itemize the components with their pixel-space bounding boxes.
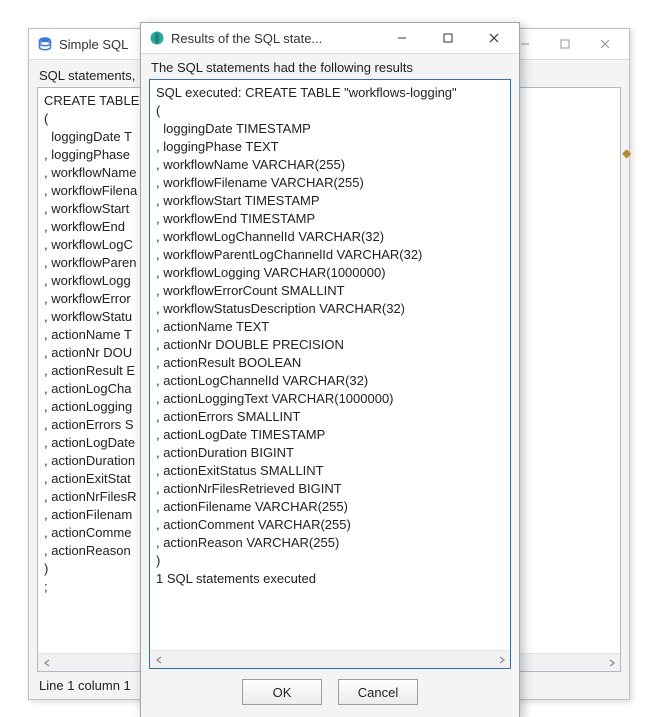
diamond-marker-icon: ◆: [622, 146, 632, 156]
minimize-icon: [397, 33, 407, 43]
maximize-icon: [443, 33, 453, 43]
back-close-button[interactable]: [585, 30, 625, 58]
database-icon: [37, 36, 53, 52]
scroll-left-arrow-icon[interactable]: [150, 651, 167, 668]
scroll-right-arrow-icon[interactable]: [603, 654, 620, 671]
front-horizontal-scrollbar[interactable]: [150, 650, 510, 668]
maximize-icon: [560, 39, 570, 49]
sql-results-dialog: Results of the SQL state... The SQL stat…: [140, 22, 520, 717]
front-minimize-button[interactable]: [379, 24, 425, 52]
sql-results-textarea[interactable]: SQL executed: CREATE TABLE "workflows-lo…: [150, 80, 510, 650]
scroll-left-arrow-icon[interactable]: [38, 654, 55, 671]
scroll-right-arrow-icon[interactable]: [493, 651, 510, 668]
back-maximize-button[interactable]: [545, 30, 585, 58]
app-icon: [149, 30, 165, 46]
front-close-button[interactable]: [471, 24, 517, 52]
front-textarea-label: The SQL statements had the following res…: [149, 60, 511, 79]
front-maximize-button[interactable]: [425, 24, 471, 52]
ok-button[interactable]: OK: [242, 679, 322, 705]
dialog-button-row: OK Cancel: [149, 669, 511, 711]
close-icon: [600, 39, 610, 49]
front-window-title: Results of the SQL state...: [171, 31, 379, 46]
close-icon: [489, 33, 499, 43]
front-body: The SQL statements had the following res…: [141, 54, 519, 717]
front-titlebar[interactable]: Results of the SQL state...: [141, 23, 519, 54]
minimize-icon: [520, 39, 530, 49]
front-textarea-container: SQL executed: CREATE TABLE "workflows-lo…: [149, 79, 511, 669]
cancel-button[interactable]: Cancel: [338, 679, 418, 705]
